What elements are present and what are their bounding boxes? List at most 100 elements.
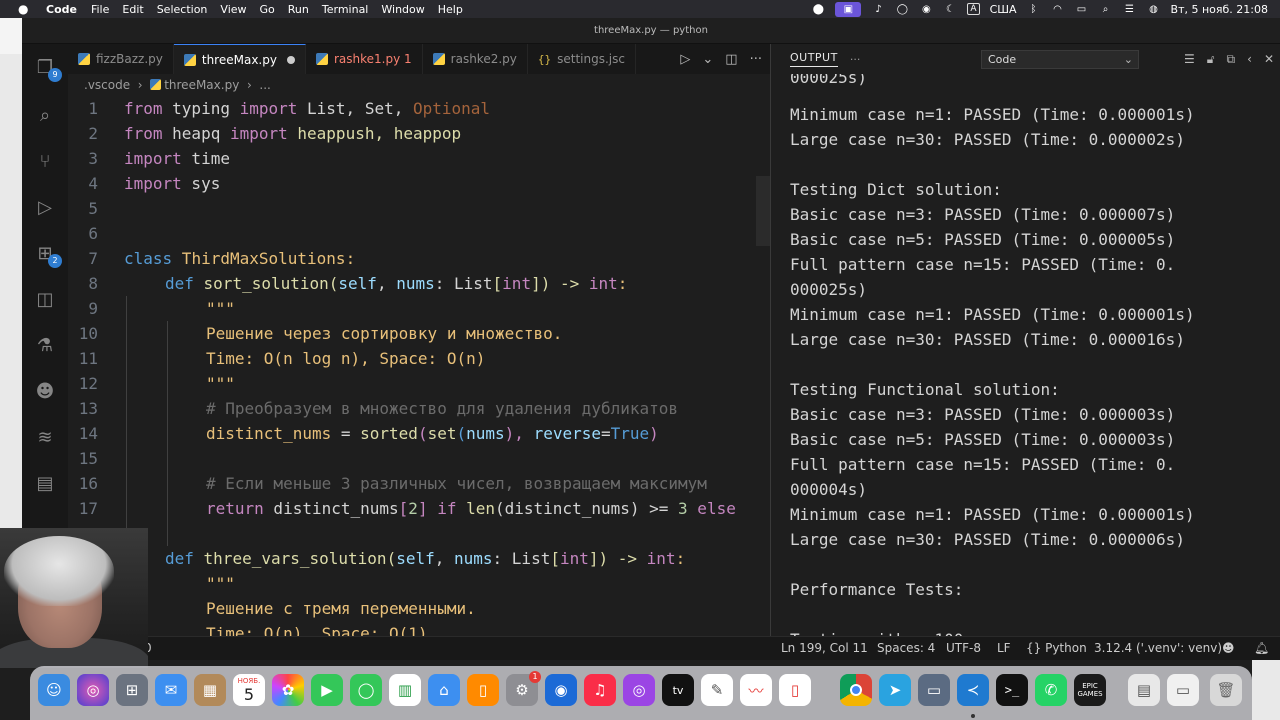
contacts-icon[interactable]: ▦: [194, 674, 226, 706]
tab-settings-json[interactable]: {} settings.jsc: [528, 44, 636, 74]
breadcrumb-folder[interactable]: .vscode: [84, 78, 130, 92]
lock-icon[interactable]: 🔓︎: [1207, 52, 1215, 67]
copilot-icon[interactable]: ☻: [32, 378, 58, 404]
chat-icon[interactable]: ▤: [32, 470, 58, 496]
more-actions-icon[interactable]: ···: [750, 52, 762, 67]
input-source-badge[interactable]: A: [967, 3, 980, 15]
remote-desktop-icon[interactable]: ▭: [918, 674, 950, 706]
code-line[interactable]: 6: [68, 221, 770, 246]
breadcrumb-file[interactable]: threeMax.py: [164, 78, 239, 92]
language-mode[interactable]: {} Python: [1026, 637, 1087, 659]
search-icon[interactable]: ⌕: [1099, 3, 1113, 15]
chrome-icon[interactable]: [840, 674, 872, 706]
whatsapp-icon[interactable]: ◯: [895, 3, 909, 15]
siri-icon[interactable]: ◎: [77, 674, 109, 706]
screenshot-stack-icon[interactable]: ▭: [1167, 674, 1199, 706]
breadcrumb-more[interactable]: ...: [259, 78, 270, 92]
bluetooth-icon[interactable]: ᛒ: [1027, 3, 1041, 15]
iphone-mirroring-icon[interactable]: ▯: [779, 674, 811, 706]
vscode-dock-icon[interactable]: ≺: [957, 674, 989, 706]
python-interpreter[interactable]: 3.12.4 ('.venv': venv): [1094, 637, 1222, 659]
code-line[interactable]: 1 from typing import List, Set, Optional: [68, 96, 770, 121]
numbers-icon[interactable]: ▥: [389, 674, 421, 706]
code-line[interactable]: 10 Решение через сортировку и множество.: [68, 321, 770, 346]
code-line[interactable]: """: [68, 571, 770, 596]
code-line[interactable]: 4 import sys: [68, 171, 770, 196]
code-line[interactable]: Решение с тремя переменными.: [68, 596, 770, 621]
podcasts-icon[interactable]: ◎: [623, 674, 655, 706]
testing-icon[interactable]: ⚗: [32, 332, 58, 358]
editor-scrollbar[interactable]: [756, 176, 770, 246]
input-source-label[interactable]: США: [990, 3, 1017, 16]
code-line[interactable]: def three_vars_solution(self, nums: List…: [68, 546, 770, 571]
code-line[interactable]: 17 return distinct_nums[2] if len(distinc…: [68, 496, 770, 521]
code-line[interactable]: 16 # Если меньше 3 различных чисел, возвр…: [68, 471, 770, 496]
calendar-icon[interactable]: НОЯБ. 5: [233, 674, 265, 706]
textedit-icon[interactable]: ✎: [701, 674, 733, 706]
battery-icon[interactable]: ▭: [1075, 3, 1089, 15]
moon-icon[interactable]: ☾: [943, 3, 957, 15]
code-line[interactable]: 2 from heapq import heappush, heappop: [68, 121, 770, 146]
menu-app-name[interactable]: Code: [46, 3, 77, 16]
menu-file[interactable]: File: [91, 3, 109, 16]
code-line[interactable]: 12 """: [68, 371, 770, 396]
vpn-icon[interactable]: ◉: [919, 3, 933, 15]
close-icon[interactable]: ✕: [1264, 52, 1274, 66]
facetime-icon[interactable]: ▶: [311, 674, 343, 706]
file-encoding[interactable]: UTF-8: [946, 637, 981, 659]
code-editor[interactable]: 1 from typing import List, Set, Optional …: [68, 96, 770, 656]
remote-explorer-icon[interactable]: ◫: [32, 286, 58, 312]
end-of-line[interactable]: LF: [997, 637, 1011, 659]
code-line[interactable]: 13 # Преобразуем в множество для удаления…: [68, 396, 770, 421]
keynote-icon[interactable]: ⌂: [428, 674, 460, 706]
wifi-icon[interactable]: ◠: [1051, 3, 1065, 15]
terminal-icon[interactable]: >_: [996, 674, 1028, 706]
menu-run[interactable]: Run: [288, 3, 309, 16]
code-line[interactable]: 9 """: [68, 296, 770, 321]
chevron-left-icon[interactable]: ‹: [1247, 52, 1252, 66]
output-channel-select[interactable]: Code ⌄: [981, 50, 1139, 69]
output-tab[interactable]: OUTPUT: [790, 51, 838, 67]
panel-more-icon[interactable]: ···: [850, 53, 861, 66]
epic-games-icon[interactable]: EPIC GAMES: [1074, 674, 1106, 706]
launchpad-icon[interactable]: ⊞: [116, 674, 148, 706]
source-control-icon[interactable]: ⑂: [32, 148, 58, 174]
screen-share-icon[interactable]: ▣: [835, 1, 862, 17]
trash-icon[interactable]: 🗑︎: [1210, 674, 1242, 706]
apple-logo-icon[interactable]: ●: [18, 2, 32, 16]
menu-selection[interactable]: Selection: [157, 3, 208, 16]
activity-monitor-icon[interactable]: 〰: [740, 674, 772, 706]
quicktime-icon[interactable]: ◉: [545, 674, 577, 706]
cursor-position[interactable]: Ln 199, Col 11: [781, 637, 868, 659]
indentation[interactable]: Spaces: 4: [877, 637, 935, 659]
bell-icon[interactable]: ♪: [871, 3, 885, 15]
whatsapp-icon[interactable]: ✆: [1035, 674, 1067, 706]
apple-tv-icon[interactable]: tv: [662, 674, 694, 706]
explorer-icon[interactable]: ❐ 9: [32, 54, 62, 82]
notifications-bell-icon[interactable]: 🔔︎: [1254, 637, 1269, 659]
menu-terminal[interactable]: Terminal: [322, 3, 369, 16]
docker-icon[interactable]: ≋: [32, 424, 58, 450]
tab-rashke1[interactable]: rashke1.py 1: [306, 44, 423, 74]
siri-icon[interactable]: ◍: [1147, 3, 1161, 15]
code-line[interactable]: 3 import time: [68, 146, 770, 171]
code-line[interactable]: 8 def sort_solution(self, nums: List[int]…: [68, 271, 770, 296]
code-line[interactable]: 7 class ThirdMaxSolutions:: [68, 246, 770, 271]
filter-list-icon[interactable]: ☰: [1184, 52, 1195, 66]
downloads-folder-icon[interactable]: ▤: [1128, 674, 1160, 706]
books-icon[interactable]: ▯: [467, 674, 499, 706]
menu-view[interactable]: View: [220, 3, 246, 16]
extensions-icon[interactable]: ⊞ 2: [32, 240, 62, 268]
menu-help[interactable]: Help: [438, 3, 463, 16]
record-icon[interactable]: ⬤: [811, 3, 825, 15]
menu-go[interactable]: Go: [260, 3, 275, 16]
menu-bar-clock[interactable]: Вт, 5 нояб. 21:08: [1171, 3, 1268, 16]
chevron-down-icon[interactable]: ⌄: [702, 52, 713, 67]
tab-fizzbazz[interactable]: fizzBazz.py: [68, 44, 174, 74]
code-line[interactable]: 15: [68, 446, 770, 471]
finder-icon[interactable]: ☺: [38, 674, 70, 706]
copilot-status-icon[interactable]: ☻: [1222, 637, 1235, 659]
run-python-icon[interactable]: ▷: [680, 52, 690, 67]
unsaved-dot-icon[interactable]: [286, 55, 295, 64]
code-line[interactable]: 11 Time: O(n log n), Space: O(n): [68, 346, 770, 371]
